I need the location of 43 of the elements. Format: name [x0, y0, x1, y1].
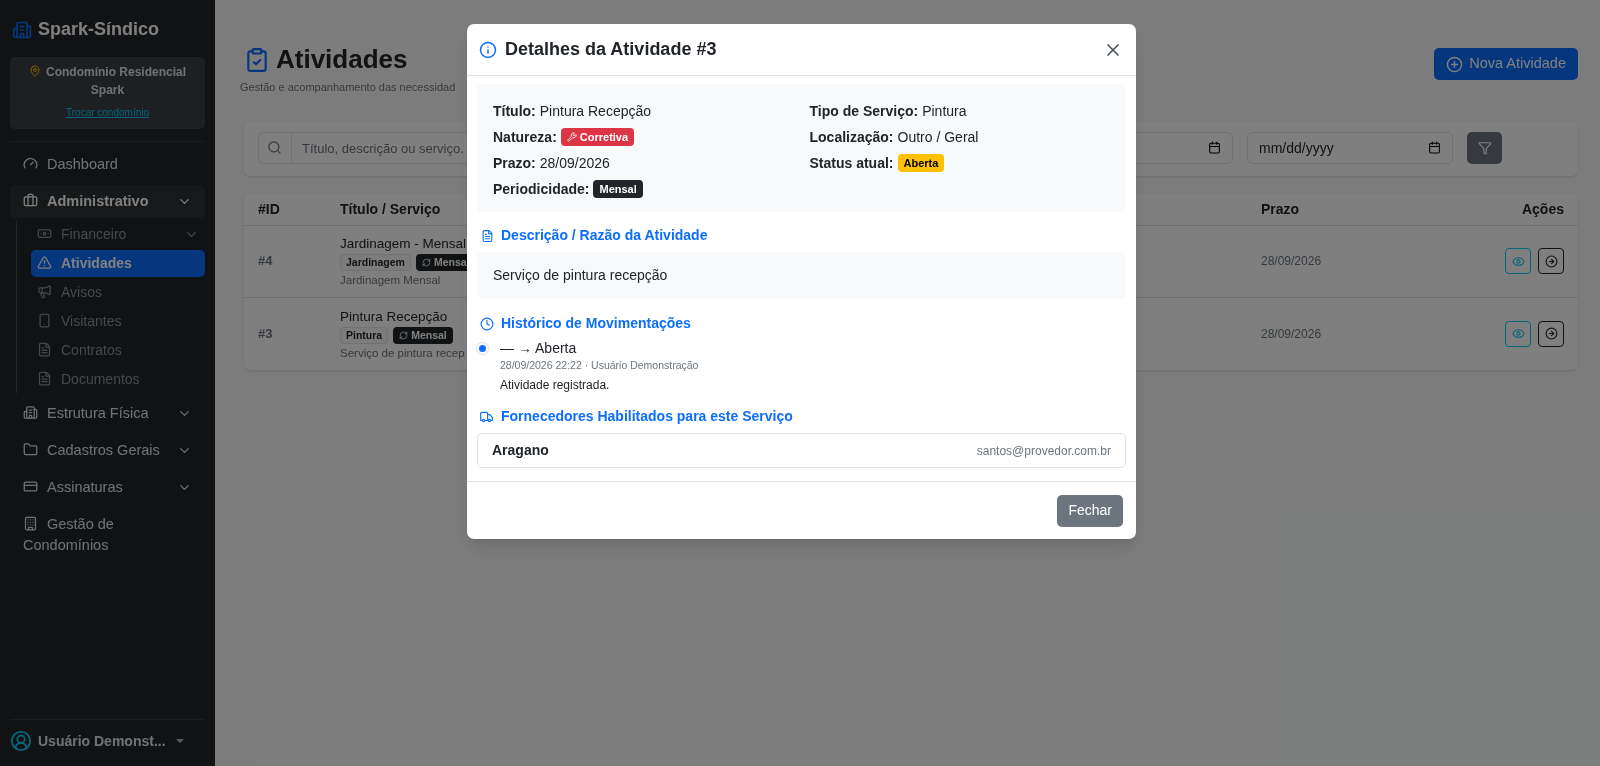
table-cell-text: #3: [258, 324, 273, 343]
activity-title: Pintura Recepção: [340, 307, 448, 326]
dialog-title: Detalhes da Atividade #3: [505, 38, 717, 61]
description-text: Serviço de pintura recepção: [493, 266, 668, 285]
field-value: Pintura: [922, 101, 967, 121]
brand-name: Spark-Síndico: [38, 18, 160, 41]
column-header: Título / Serviço: [340, 199, 442, 219]
field-value: Pintura Recepção: [539, 101, 652, 121]
field-label: Natureza:: [493, 127, 557, 147]
service-tag: Jardinagem: [340, 254, 411, 271]
condo-name: Condomínio Residencial Spark: [46, 65, 186, 97]
field-value: Outro / Geral: [897, 127, 979, 147]
supplier-email: santos@provedor.com.br: [976, 442, 1111, 460]
status-badge: Corretiva: [560, 128, 635, 146]
section-heading: Fornecedores Habilitados para este Serviço: [501, 407, 793, 426]
table-cell-text: 28/09/2026: [1261, 325, 1323, 343]
field-label: Localização:: [809, 127, 894, 147]
activity-description: Jardinagem Mensal: [340, 273, 441, 288]
table-cell-text: 28/09/2026: [1261, 253, 1323, 270]
field-label: Prazo:: [493, 153, 536, 173]
table-cell-text: #4: [258, 252, 273, 271]
status-badge: Aberta: [897, 154, 945, 172]
status-badge: Mensal: [593, 180, 643, 198]
section-heading: Descrição / Razão da Atividade: [501, 226, 708, 245]
field-label: Tipo de Serviço:: [809, 101, 919, 121]
period-tag: Mensal: [393, 326, 453, 344]
history-change: — → Aberta: [500, 339, 578, 358]
supplier-name: Aragano: [492, 441, 549, 460]
column-header: #ID: [258, 199, 281, 219]
activity-title: Jardinagem - Mensal: [340, 235, 467, 253]
field-label: Título:: [493, 101, 536, 121]
field-value: 28/09/2026: [539, 153, 610, 173]
history-meta: 28/09/2026 22:22 · Usuário Demonstração: [500, 358, 699, 373]
column-header: Ações: [1521, 199, 1564, 219]
page-title: Atividades: [276, 43, 408, 76]
column-header: Prazo: [1261, 199, 1301, 219]
page-subtitle: Gestão e acompanhamento das necessidad: [240, 80, 456, 95]
field-label: Status atual:: [809, 153, 894, 173]
service-tag: Pintura: [340, 326, 389, 344]
history-note: Atividade registrada.: [500, 377, 611, 393]
activity-description: Serviço de pintura recep: [340, 345, 465, 361]
section-heading: Histórico de Movimentações: [501, 314, 691, 333]
field-label: Periodicidade:: [493, 179, 590, 199]
